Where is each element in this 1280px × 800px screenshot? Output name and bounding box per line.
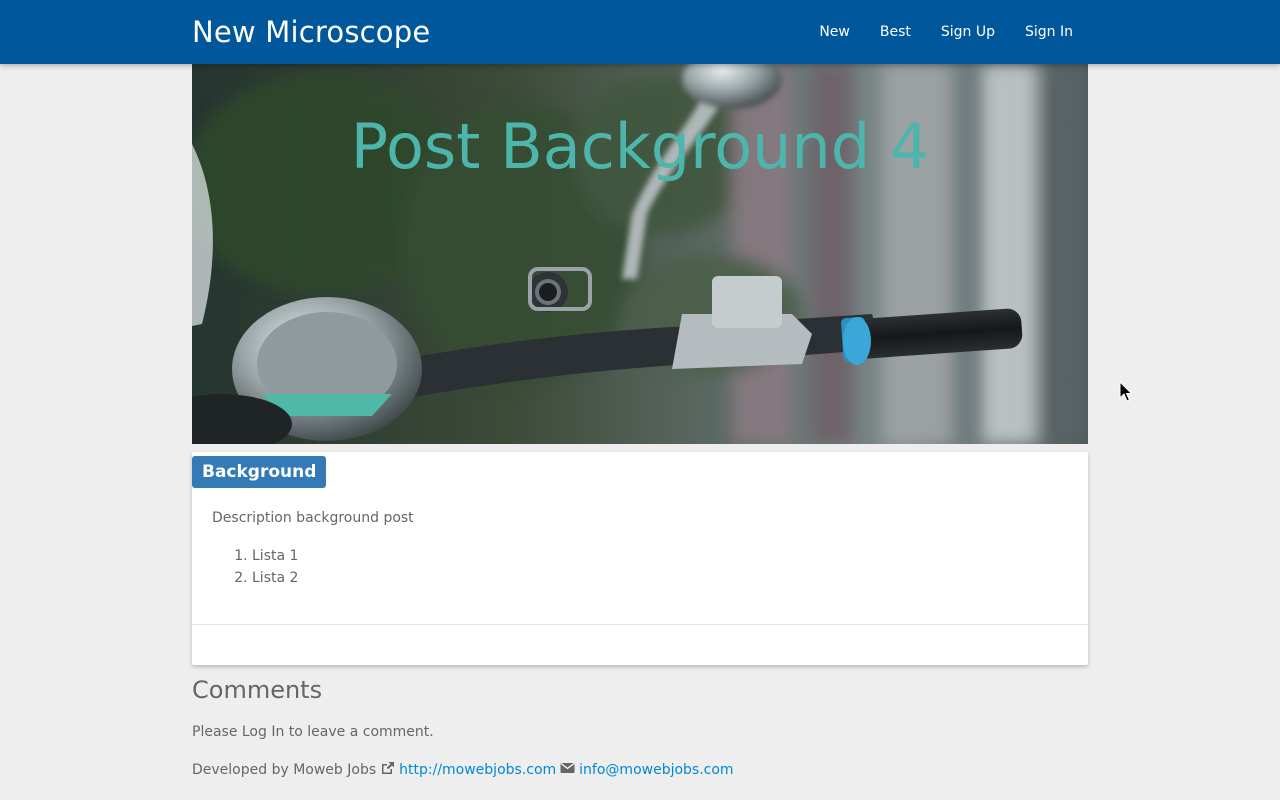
external-link-icon (380, 761, 395, 779)
card-footer-divider (192, 624, 1088, 625)
category-badge[interactable]: Background (192, 456, 327, 488)
nav-links: New Best Sign Up Sign In (804, 0, 1088, 64)
nav-link-best[interactable]: Best (865, 0, 926, 64)
post-list: Lista 1 Lista 2 (212, 545, 298, 589)
brand-logo-link[interactable]: New Microscope (192, 0, 430, 64)
site-footer: Developed by Moweb Jobs http://mowebjobs… (192, 761, 734, 779)
envelope-icon (560, 762, 575, 778)
post-title: Post Background 4 (350, 110, 930, 183)
developed-by-text: Developed by Moweb Jobs (192, 762, 377, 778)
post-description: Description background post (212, 510, 414, 526)
email-link[interactable]: info@mowebjobs.com (579, 762, 733, 778)
post-card: Background Description background post L… (192, 452, 1088, 665)
top-navbar: New Microscope New Best Sign Up Sign In (0, 0, 1280, 64)
nav-link-sign-up[interactable]: Sign Up (926, 0, 1010, 64)
mouse-cursor (1119, 380, 1133, 407)
comments-heading: Comments (192, 676, 323, 704)
login-prompt: Please Log In to leave a comment. (192, 724, 434, 740)
nav-link-sign-in[interactable]: Sign In (1010, 0, 1088, 64)
nav-link-new[interactable]: New (804, 0, 865, 64)
post-hero-image: Post Background 4 (192, 64, 1088, 444)
website-link[interactable]: http://mowebjobs.com (399, 762, 556, 778)
list-item: Lista 2 (252, 567, 298, 589)
list-item: Lista 1 (252, 545, 298, 567)
